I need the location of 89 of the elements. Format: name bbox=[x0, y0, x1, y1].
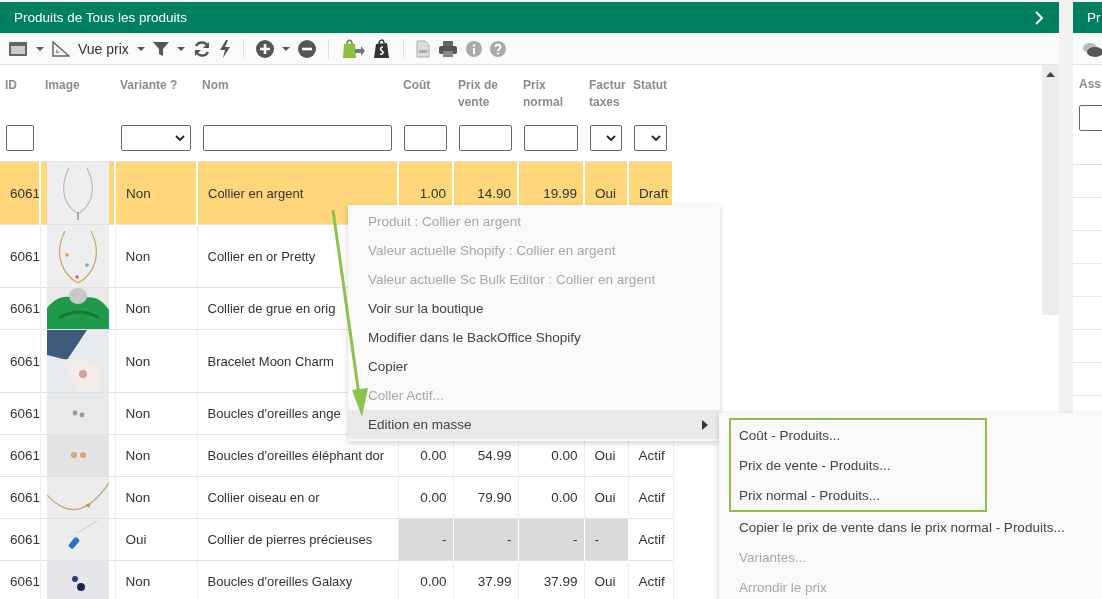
table-cell: Oui bbox=[594, 574, 616, 589]
add-icon[interactable] bbox=[255, 39, 274, 58]
panel-title: Produits de Tous les produits bbox=[14, 10, 188, 25]
table-cell: Non bbox=[125, 353, 151, 369]
table-cell: Bracelet Moon Charm bbox=[207, 353, 334, 369]
chevron-down-icon[interactable] bbox=[175, 135, 185, 141]
filter-field[interactable] bbox=[404, 125, 447, 151]
table-cell: 6061 bbox=[10, 406, 39, 421]
filter-dropdown[interactable] bbox=[634, 125, 667, 151]
table-cell: Oui bbox=[125, 532, 147, 547]
table-row[interactable]: 6061 Non Collier oiseau en or 0.00 79.90 0.00 Oui Actif bbox=[0, 476, 673, 519]
table-cell: 0.00 bbox=[551, 490, 578, 505]
table-cell: Non bbox=[125, 406, 151, 421]
table-cell: 0.00 bbox=[420, 448, 447, 463]
table-cell: Actif bbox=[638, 490, 665, 505]
filter-field[interactable] bbox=[459, 125, 512, 151]
view-dropdown[interactable]: Vue prix bbox=[78, 40, 129, 57]
table-cell: Non bbox=[125, 301, 151, 316]
caret-icon[interactable] bbox=[36, 46, 44, 51]
table-cell: - bbox=[442, 532, 447, 547]
scrollbar[interactable] bbox=[1042, 65, 1059, 315]
table-cell: Oui bbox=[594, 448, 616, 463]
filter-field[interactable] bbox=[524, 125, 578, 151]
table-cell: - bbox=[594, 532, 599, 547]
table-cell: Boucles d'oreilles ange bbox=[207, 406, 341, 421]
printer-icon[interactable] bbox=[437, 39, 458, 58]
table-cell: 0.00 bbox=[420, 490, 447, 505]
table-cell: 37.99 bbox=[543, 574, 578, 589]
table-cell: Collier en argent bbox=[208, 185, 304, 201]
table-cell: Actif bbox=[638, 532, 665, 547]
submenu-arrow-icon[interactable] bbox=[702, 419, 708, 430]
table-cell: 6061 bbox=[10, 301, 39, 316]
filter-dropdown[interactable] bbox=[590, 125, 622, 151]
lightning-icon[interactable] bbox=[218, 39, 231, 58]
table-cell: Non bbox=[125, 448, 151, 463]
panel-title: Pr bbox=[1087, 10, 1101, 25]
chevron-down-icon[interactable] bbox=[651, 135, 661, 141]
table-cell: 6061 bbox=[10, 248, 39, 264]
filter-dropdown[interactable] bbox=[121, 125, 191, 151]
menu-item[interactable]: Edition en masse bbox=[348, 410, 720, 439]
table-cell: Non bbox=[126, 185, 151, 201]
table-cell: Non bbox=[125, 490, 151, 505]
menu-item[interactable]: Prix normal - Produits... bbox=[731, 480, 985, 510]
filter-icon[interactable] bbox=[152, 40, 169, 57]
table-cell: 19.99 bbox=[543, 185, 577, 201]
table-cell: Draft bbox=[639, 185, 669, 201]
chevron-right-icon[interactable] bbox=[1033, 10, 1045, 25]
table-cell: 0.00 bbox=[551, 448, 578, 463]
table-row[interactable]: 6061 Non Boucles d'oreilles Galaxy 0.00 37.99 37.99 Oui Actif bbox=[0, 560, 673, 599]
table-cell: - bbox=[507, 532, 512, 547]
table-cell: Oui bbox=[594, 490, 616, 505]
table-cell: 6061 bbox=[10, 574, 39, 589]
table-cell: Non bbox=[125, 248, 151, 264]
table-row[interactable]: 6061 Oui Collier de pierres précieuses - - - - Actif bbox=[0, 518, 673, 561]
table-cell: 1.00 bbox=[419, 185, 446, 201]
menu-item[interactable]: Copier le prix de vente dans le prix normal - Produits... bbox=[729, 512, 1102, 542]
caret-icon[interactable] bbox=[136, 46, 145, 51]
grid-icon[interactable] bbox=[8, 40, 28, 57]
refresh-icon[interactable] bbox=[192, 39, 211, 58]
menu-item[interactable]: Coût - Produits... bbox=[731, 420, 985, 450]
table-cell: 6061 bbox=[10, 353, 39, 369]
table-cell: - bbox=[573, 532, 578, 547]
filter-field[interactable] bbox=[6, 125, 34, 151]
remove-icon[interactable] bbox=[297, 39, 316, 58]
table-cell: 6061 bbox=[10, 532, 39, 547]
table-cell: 14.90 bbox=[477, 185, 511, 201]
caret-icon[interactable] bbox=[281, 46, 290, 51]
table-cell: 37.99 bbox=[477, 574, 512, 589]
table-cell: 54.99 bbox=[477, 448, 512, 463]
table-cell: Oui bbox=[595, 185, 616, 201]
table-cell: Actif bbox=[638, 448, 665, 463]
table-cell: Collier en or Pretty bbox=[207, 248, 316, 264]
table-cell: Non bbox=[125, 574, 151, 589]
table-cell: Collier de pierres précieuses bbox=[207, 532, 373, 547]
table-cell: Collier oiseau en or bbox=[207, 490, 320, 505]
menu-item[interactable]: Prix de vente - Produits... bbox=[731, 450, 985, 480]
shopping-bag-arrow-icon[interactable] bbox=[340, 38, 365, 59]
shopping-bag-icon[interactable] bbox=[372, 38, 391, 59]
caret-icon[interactable] bbox=[176, 46, 185, 51]
table-cell: 79.90 bbox=[477, 490, 512, 505]
table-cell: Collier de grue en orig bbox=[207, 301, 336, 316]
table-cell: 6061 bbox=[10, 490, 39, 505]
table-cell: Actif bbox=[638, 574, 665, 589]
table-cell: 6061 bbox=[10, 448, 39, 463]
filter-field[interactable] bbox=[203, 125, 392, 151]
table-cell: Boucles d'oreilles éléphant dor bbox=[207, 448, 385, 463]
chevron-down-icon[interactable] bbox=[606, 135, 616, 141]
table-cell: Boucles d'oreilles Galaxy bbox=[207, 574, 353, 589]
table-cell: 0.00 bbox=[420, 574, 447, 589]
